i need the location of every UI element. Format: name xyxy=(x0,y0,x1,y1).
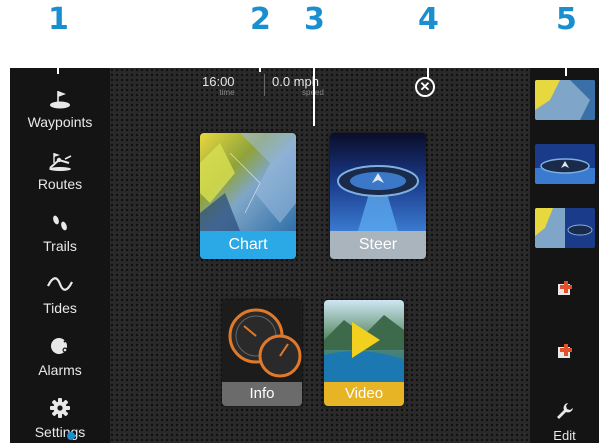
route-icon xyxy=(49,153,72,171)
page-root: 1 2 3 4 5 Waypoints Routes Trails Tides … xyxy=(0,0,609,443)
sidebar-item-label: Alarms xyxy=(38,362,82,378)
edit-favorites-button[interactable]: Edit xyxy=(530,401,599,443)
edit-label: Edit xyxy=(553,428,576,443)
app-tile-video[interactable]: Video xyxy=(324,300,404,406)
sidebar-item-waypoints[interactable]: Waypoints xyxy=(10,86,110,146)
tile-caption: Video xyxy=(324,382,404,406)
alarm-bell-icon xyxy=(51,338,69,354)
close-icon: ✕ xyxy=(419,79,431,94)
callout-3: 3 xyxy=(304,2,325,37)
callout-5: 5 xyxy=(556,2,577,37)
steer-preview-image xyxy=(330,133,426,231)
add-favorite-icon[interactable] xyxy=(556,281,574,297)
favorite-split-thumbnail xyxy=(535,208,595,248)
page-indicator-dot xyxy=(67,432,75,440)
tide-wave-icon xyxy=(47,277,73,291)
callout-3-line xyxy=(313,38,315,126)
tools-sidebar: Waypoints Routes Trails Tides Alarms Set… xyxy=(10,68,110,443)
sidebar-item-label: Tides xyxy=(43,300,77,316)
favorites-panel: Edit xyxy=(530,68,599,443)
app-tile-chart[interactable]: Chart xyxy=(200,133,296,259)
speed-unit: speed xyxy=(272,88,324,97)
video-preview-image xyxy=(324,300,404,382)
tile-caption: Steer xyxy=(330,231,426,259)
sidebar-item-label: Waypoints xyxy=(27,114,93,130)
time-readout: 16:00 time xyxy=(202,74,235,97)
home-screen: Waypoints Routes Trails Tides Alarms Set… xyxy=(10,68,599,443)
callout-5-line xyxy=(565,38,567,76)
callout-1-line xyxy=(57,38,59,74)
callout-4: 4 xyxy=(418,2,439,37)
callout-4-line xyxy=(427,38,429,78)
callout-2-line xyxy=(259,38,261,72)
waypoint-flag-icon xyxy=(50,91,70,109)
callout-2: 2 xyxy=(250,2,271,37)
status-divider xyxy=(264,74,265,96)
sidebar-item-tides[interactable]: Tides xyxy=(10,272,110,332)
speed-value: 0.0 mph xyxy=(272,74,319,89)
sidebar-item-label: Routes xyxy=(37,176,83,192)
favorite-steer-thumbnail xyxy=(535,144,595,184)
sidebar-item-routes[interactable]: Routes xyxy=(10,148,110,208)
sidebar-item-alarms[interactable]: Alarms xyxy=(10,334,110,394)
applications-panel: 16:00 time 0.0 mph speed ✕ xyxy=(110,68,530,443)
sidebar-item-label: Settings xyxy=(34,424,86,440)
info-gauges-image xyxy=(222,300,302,382)
sidebar-item-label: Trails xyxy=(43,238,77,254)
tile-caption: Chart xyxy=(200,231,296,259)
favorite-chart[interactable] xyxy=(535,80,595,120)
favorite-chart-steer-split[interactable] xyxy=(535,208,595,248)
callout-1: 1 xyxy=(48,2,69,37)
add-favorite-icon[interactable] xyxy=(556,344,574,360)
favorite-steer[interactable] xyxy=(535,144,595,184)
gear-icon xyxy=(50,398,70,418)
app-tile-steer[interactable]: Steer xyxy=(330,133,426,259)
close-button[interactable]: ✕ xyxy=(415,77,435,97)
speed-readout: 0.0 mph speed xyxy=(272,74,324,97)
favorite-chart-thumbnail xyxy=(535,80,595,120)
wrench-icon xyxy=(556,403,573,419)
time-value: 16:00 xyxy=(202,74,235,89)
chart-preview-image xyxy=(200,133,296,231)
app-tile-info[interactable]: Info xyxy=(222,300,302,406)
sidebar-item-trails[interactable]: Trails xyxy=(10,210,110,270)
time-unit: time xyxy=(219,88,235,97)
tile-caption: Info xyxy=(222,382,302,406)
sidebar-item-settings[interactable]: Settings xyxy=(10,396,110,443)
trail-footprints-icon xyxy=(53,215,67,231)
